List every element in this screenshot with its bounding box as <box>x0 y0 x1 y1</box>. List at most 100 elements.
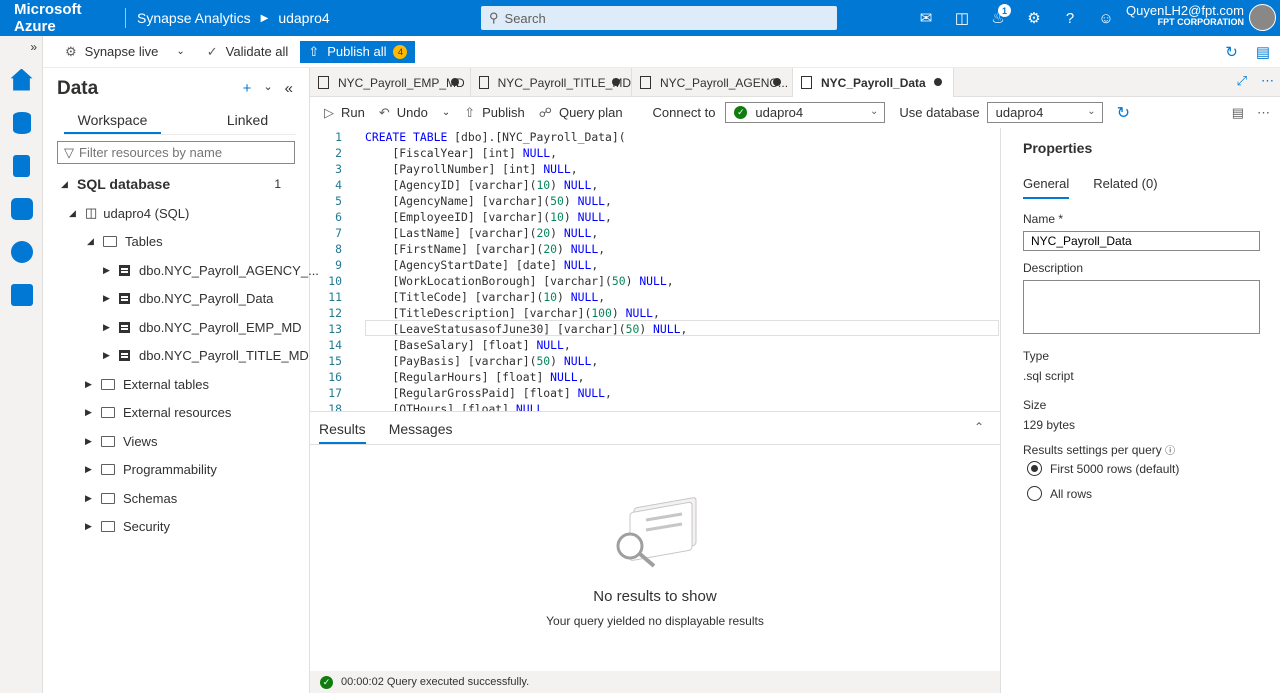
breadcrumb-workspace-name[interactable]: udapro4 <box>278 10 329 26</box>
tree-folder-item[interactable]: ▶ External resources <box>85 398 231 426</box>
brand[interactable]: Microsoft Azure <box>0 1 125 35</box>
data-pane: Data + ⌄ « Workspace Linked ▽ ◢ SQL databas… <box>43 68 319 693</box>
description-field[interactable] <box>1023 280 1260 334</box>
file-tab[interactable]: NYC_Payroll_AGENC... <box>632 68 793 97</box>
tab-results[interactable]: Results <box>319 412 366 444</box>
chevron-down-icon[interactable]: ⌄ <box>176 46 184 57</box>
file-tab-active[interactable]: NYC_Payroll_Data <box>793 68 954 97</box>
user-email: QuyenLH2@fpt.com <box>1126 3 1244 18</box>
tab-related[interactable]: Related (0) <box>1093 176 1157 199</box>
gear-icon[interactable]: ⚙ <box>1016 0 1052 36</box>
tree-table-item[interactable]: ▶ dbo.NYC_Payroll_TITLE_MD <box>103 341 309 369</box>
filter-icon: ▽ <box>64 144 74 160</box>
code-editor[interactable]: 1 CREATE TABLE [dbo].[NYC_Payroll_Data](2… <box>310 128 1000 412</box>
name-field[interactable] <box>1023 231 1260 251</box>
bell-icon[interactable]: ♨ 1 <box>980 0 1016 36</box>
file-tab[interactable]: NYC_Payroll_TITLE_MD <box>471 68 632 97</box>
expand-icon[interactable]: ⤢ <box>1237 73 1247 89</box>
filter-input[interactable] <box>79 145 279 160</box>
filter-box[interactable]: ▽ <box>57 141 295 164</box>
tree-db[interactable]: ◢ ◫ udapro4 (SQL) <box>69 199 189 227</box>
monitor-icon[interactable] <box>0 230 43 273</box>
search-icon: ⚲ <box>489 10 499 25</box>
develop-icon[interactable] <box>0 144 43 187</box>
use-database-dropdown[interactable]: udapro4 ⌄ <box>986 102 1103 123</box>
tree-folder-item[interactable]: ▶ Security <box>85 512 170 540</box>
undo-button[interactable]: ↶ Undo ⌄ <box>379 105 450 121</box>
tab-workspace[interactable]: Workspace <box>64 108 161 134</box>
tree-sql-database[interactable]: ◢ SQL database 1 <box>61 170 296 198</box>
tab-linked[interactable]: Linked <box>199 108 296 134</box>
chevron-down-icon: ⌄ <box>870 106 879 117</box>
folder-icon <box>101 463 115 475</box>
file-tab-label: NYC_Payroll_EMP_MD <box>338 75 465 90</box>
collapse-all-icon[interactable]: ⌄ <box>263 80 272 97</box>
radio-first-5000[interactable]: First 5000 rows (default) <box>1027 461 1179 476</box>
publish-count-badge: 4 <box>393 44 408 59</box>
tree-table-item[interactable]: ▶ dbo.NYC_Payroll_Data <box>103 284 273 312</box>
connect-to-dropdown[interactable]: ✓ udapro4 ⌄ <box>725 102 886 123</box>
tab-general[interactable]: General <box>1023 176 1070 199</box>
help-icon[interactable]: ? <box>1052 0 1088 36</box>
check-icon: ✓ <box>206 43 218 59</box>
run-button[interactable]: ▷ Run <box>324 105 365 121</box>
code-line: [TitleDescription] [varchar](100) NULL, <box>365 306 660 320</box>
sql-database-label: SQL database <box>77 176 171 192</box>
table-label: dbo.NYC_Payroll_EMP_MD <box>139 319 302 335</box>
refresh-icon[interactable]: ↻ <box>1225 43 1238 61</box>
tree-folder-item[interactable]: ▶ External tables <box>85 370 209 398</box>
tree-folder-item[interactable]: ▶ Views <box>85 427 157 455</box>
manage-icon[interactable] <box>0 273 43 316</box>
feedback-icon[interactable]: ✉ <box>908 0 944 36</box>
check-circle-icon: ✓ <box>734 106 748 119</box>
collapse-pane-icon[interactable]: « <box>285 80 293 97</box>
more-icon[interactable]: ⋯ <box>1261 73 1274 89</box>
expand-rail-icon[interactable]: » <box>0 36 43 58</box>
tabs-right: ⤢ ⋯ <box>1223 73 1274 89</box>
query-plan-button[interactable]: ☍ Query plan <box>539 105 623 121</box>
unsaved-dot-icon[interactable] <box>934 78 942 86</box>
breadcrumb-workspace[interactable]: Synapse Analytics <box>137 10 251 26</box>
add-icon[interactable]: + <box>243 80 252 97</box>
tree-tables[interactable]: ◢ Tables <box>87 227 163 255</box>
tree-table-item[interactable]: ▶ dbo.NYC_Payroll_AGENCY_... <box>103 256 319 284</box>
publish-all-button[interactable]: ⇧ Publish all 4 <box>300 40 416 63</box>
file-tab[interactable]: NYC_Payroll_EMP_MD <box>310 68 471 97</box>
database-value: udapro4 <box>995 105 1044 120</box>
radio-circle <box>1027 461 1042 476</box>
unsaved-dot-icon[interactable] <box>773 78 781 86</box>
tree-folder-item[interactable]: ▶ Schemas <box>85 484 177 512</box>
tab-messages[interactable]: Messages <box>389 412 453 444</box>
data-icon[interactable] <box>0 101 43 144</box>
search-input[interactable] <box>504 10 805 26</box>
caret-right-icon: ▶ <box>103 321 110 332</box>
unsaved-dot-icon[interactable] <box>451 78 459 86</box>
properties-icon[interactable]: ▤ <box>1232 105 1244 121</box>
caret-right-icon: ▶ <box>103 349 110 360</box>
chevron-up-icon[interactable]: ⌃ <box>974 420 984 434</box>
avatar[interactable] <box>1249 4 1276 31</box>
tree-table-item[interactable]: ▶ dbo.NYC_Payroll_EMP_MD <box>103 313 302 341</box>
folder-icon <box>101 492 115 504</box>
tree-folder-item[interactable]: ▶ Programmability <box>85 455 217 483</box>
synapse-live-button[interactable]: ⚙ Synapse live ⌄ <box>65 44 185 60</box>
validate-all-button[interactable]: ✓ Validate all <box>207 44 289 60</box>
code-line: [AgencyStartDate] [date] NULL, <box>365 258 599 272</box>
unsaved-dot-icon[interactable] <box>612 78 620 86</box>
workspace-toolbar: ⚙ Synapse live ⌄ ✓ Validate all ⇧ Publish al… <box>43 36 1280 68</box>
notification-badge: 1 <box>998 4 1011 17</box>
home-icon[interactable] <box>0 58 43 101</box>
integrate-icon[interactable] <box>0 187 43 230</box>
more-icon[interactable]: ⋯ <box>1257 105 1270 121</box>
publish-button[interactable]: ⇧ Publish <box>464 105 525 121</box>
refresh-icon[interactable]: ↻ <box>1117 103 1130 123</box>
radio-all-rows[interactable]: All rows <box>1027 486 1092 501</box>
info-icon[interactable]: ⓘ <box>1165 446 1175 457</box>
discard-icon[interactable]: ▤ <box>1256 43 1270 61</box>
user-info[interactable]: QuyenLH2@fpt.com FPT CORPORATION <box>1126 3 1244 28</box>
chevron-right-icon: ▶ <box>260 12 269 24</box>
support-icon[interactable]: ☺ <box>1088 0 1124 36</box>
search-box[interactable]: ⚲ <box>481 6 837 30</box>
directory-icon[interactable]: ◫ <box>944 0 980 36</box>
chevron-down-icon[interactable]: ⌄ <box>442 107 450 118</box>
